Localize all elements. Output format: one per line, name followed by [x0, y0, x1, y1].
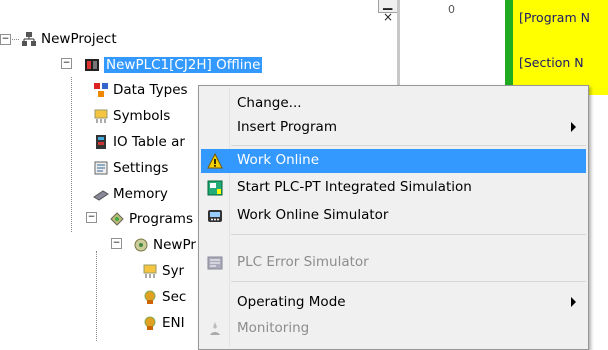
- network-icon: [21, 31, 37, 47]
- menu-item-insert-program[interactable]: Insert Program: [201, 116, 586, 140]
- memory-icon: [93, 186, 109, 202]
- section-icon: [142, 315, 158, 331]
- tree-label: ENI: [162, 315, 185, 331]
- tree-node-memory[interactable]: Memory: [93, 184, 168, 204]
- expander-plc[interactable]: −: [61, 58, 72, 69]
- menu-label: Start PLC-PT Integrated Simulation: [237, 179, 472, 195]
- menu-item-work-online[interactable]: Work Online: [201, 149, 586, 173]
- tree-node-end[interactable]: ENI: [142, 313, 185, 333]
- submenu-arrow-icon: [571, 122, 576, 132]
- menu-separator: [231, 145, 586, 146]
- menu-item-start-simulation[interactable]: Start PLC-PT Integrated Simulation: [201, 176, 586, 200]
- simulation-icon: [207, 180, 223, 196]
- monitoring-icon: [207, 321, 223, 337]
- tree-node-io-table[interactable]: IO Table ar: [93, 132, 185, 152]
- tree-node-settings[interactable]: Settings: [93, 158, 168, 178]
- tree-connector: [96, 251, 97, 341]
- tree-label: Programs: [129, 211, 193, 227]
- tree-label: Symbols: [113, 108, 171, 124]
- settings-icon: [93, 160, 109, 176]
- tree-label: Syr: [162, 263, 185, 279]
- menu-label: Monitoring: [237, 320, 310, 336]
- section-icon: [142, 289, 158, 305]
- menu-label: Change...: [237, 95, 302, 111]
- tree-node-newprogram[interactable]: NewPr: [133, 235, 196, 255]
- symbols-icon: [142, 263, 158, 279]
- expander-programs[interactable]: −: [86, 212, 97, 223]
- tree-node-newproject[interactable]: NewProject: [21, 29, 117, 49]
- expander-newprogram[interactable]: −: [111, 238, 122, 249]
- tree-node-symbols[interactable]: Symbols: [93, 106, 170, 126]
- io-table-icon: [93, 134, 109, 150]
- power-rail: [505, 0, 513, 95]
- tree-node-data-types[interactable]: Data Types: [93, 80, 188, 100]
- warning-icon: [207, 152, 223, 169]
- tree-connector: [71, 77, 72, 232]
- data-types-icon: [93, 82, 109, 98]
- tree-label: IO Table ar: [113, 134, 185, 150]
- expander-newproject[interactable]: −: [0, 34, 11, 45]
- tree-node-programs[interactable]: Programs: [109, 209, 193, 229]
- menu-item-change[interactable]: Change...: [201, 92, 586, 116]
- error-simulator-icon: [207, 255, 223, 271]
- program-label: [Program N: [519, 10, 590, 25]
- menu-separator: [231, 234, 586, 235]
- menu-label: Work Online: [237, 152, 320, 168]
- program-icon: [133, 237, 149, 253]
- rung-number: 0: [448, 3, 455, 16]
- menu-item-work-online-simulator[interactable]: Work Online Simulator: [201, 204, 586, 228]
- tree-label: NewPr: [153, 237, 196, 253]
- menu-label: Work Online Simulator: [237, 207, 389, 223]
- tree-label: Memory: [113, 186, 168, 202]
- symbols-icon: [93, 108, 109, 124]
- scrollbar-top-corner[interactable]: ▁ ×: [378, 0, 399, 24]
- programs-icon: [109, 211, 125, 227]
- context-menu: Change... Insert Program Work Online Sta…: [198, 85, 589, 350]
- menu-item-monitoring[interactable]: Monitoring: [201, 317, 586, 341]
- menu-item-operating-mode[interactable]: Operating Mode: [201, 291, 586, 315]
- menu-label: Insert Program: [237, 119, 337, 135]
- tree-label: Sec: [162, 289, 187, 305]
- tree-node-plc[interactable]: NewPLC1[CJ2H] Offline: [84, 55, 263, 75]
- menu-item-plc-error-simulator[interactable]: PLC Error Simulator: [201, 251, 586, 275]
- tree-node-program-symbols[interactable]: Syr: [142, 261, 184, 281]
- submenu-arrow-icon: [571, 297, 576, 307]
- simulator-icon: [207, 208, 223, 224]
- tree-label: NewProject: [41, 31, 117, 47]
- tree-label: Settings: [113, 160, 169, 176]
- tree-label: Data Types: [113, 82, 188, 98]
- plc-icon: [84, 57, 100, 73]
- menu-label: Operating Mode: [237, 294, 346, 310]
- tree-node-section[interactable]: Sec: [142, 287, 186, 307]
- section-label: [Section N: [519, 55, 584, 70]
- tree-label: NewPLC1[CJ2H] Offline: [104, 57, 263, 73]
- menu-label: PLC Error Simulator: [237, 254, 369, 270]
- menu-separator: [231, 281, 586, 282]
